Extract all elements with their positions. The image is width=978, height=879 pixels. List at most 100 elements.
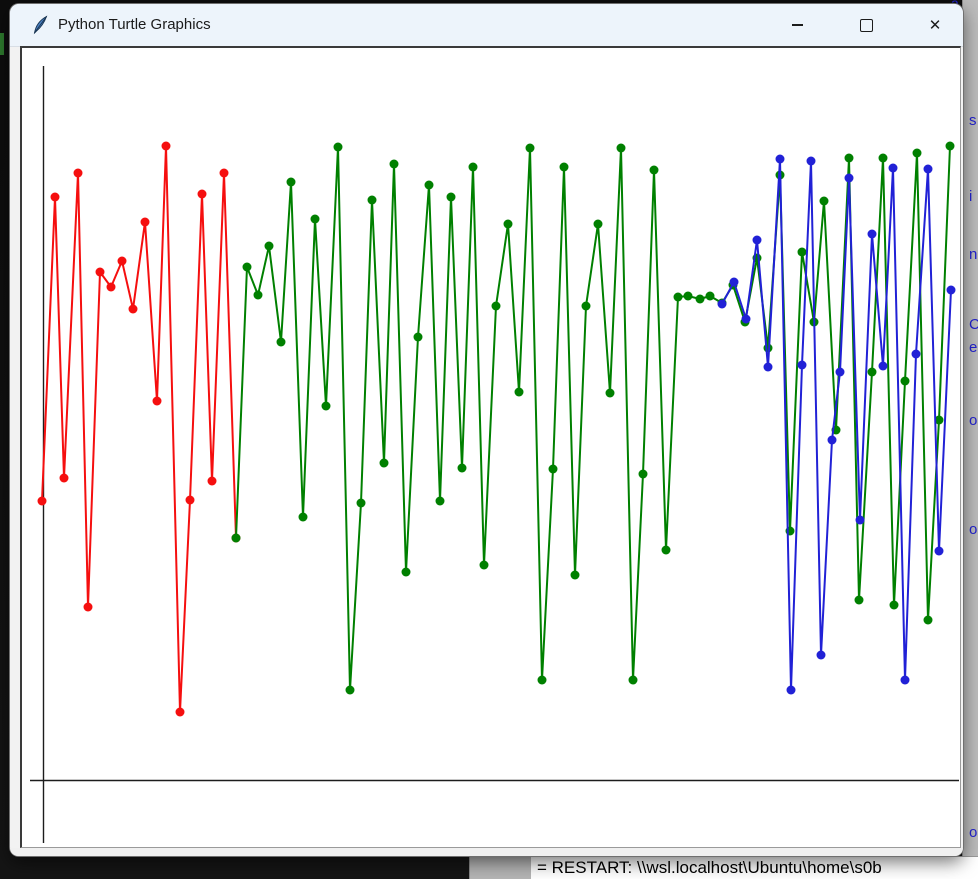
series-green-point: [845, 154, 854, 163]
series-green-point: [526, 144, 535, 153]
series-blue-point: [828, 436, 837, 445]
background-text-fragment: o: [969, 824, 978, 841]
series-red-point: [198, 190, 207, 199]
series-green-point: [684, 292, 693, 301]
series-green-point: [946, 142, 955, 151]
series-green-point: [357, 499, 366, 508]
series-green-point: [390, 160, 399, 169]
window-titlebar[interactable]: Python Turtle Graphics ✕: [10, 4, 963, 47]
series-red-point: [162, 142, 171, 151]
series-blue-point: [845, 174, 854, 183]
series-green-point: [380, 459, 389, 468]
turtle-graphics-window: Python Turtle Graphics ✕: [10, 4, 963, 856]
series-green-point: [322, 402, 331, 411]
series-green-point: [402, 568, 411, 577]
series-green-point: [492, 302, 501, 311]
series-green-point: [617, 144, 626, 153]
background-text-fragment: n: [969, 246, 978, 263]
series-green-point: [549, 465, 558, 474]
close-button[interactable]: ✕: [912, 4, 958, 46]
series-green-point: [346, 686, 355, 695]
series-red-point: [129, 305, 138, 314]
series-green-point: [571, 571, 580, 580]
series-green-point: [368, 196, 377, 205]
series-green-point: [311, 215, 320, 224]
series-red-point: [60, 474, 69, 483]
series-red-point: [141, 218, 150, 227]
series-red-point: [153, 397, 162, 406]
series-red-point: [118, 257, 127, 266]
series-green-point: [334, 143, 343, 152]
series-blue-point: [798, 361, 807, 370]
series-green-point: [265, 242, 274, 251]
series-green-point: [855, 596, 864, 605]
series-blue-point: [836, 368, 845, 377]
minimize-button[interactable]: [774, 4, 820, 46]
series-red-point: [96, 268, 105, 277]
series-blue-point: [807, 157, 816, 166]
series-green-point: [458, 464, 467, 473]
close-icon: ✕: [929, 18, 942, 33]
background-text-fragment: C: [969, 316, 978, 333]
idle-shell-strip[interactable]: = RESTART: \\wsl.localhost\Ubuntu\home\s…: [531, 856, 978, 879]
series-blue-point: [817, 651, 826, 660]
series-red-point: [74, 169, 83, 178]
background-text-fragment: e: [969, 339, 978, 356]
maximize-button[interactable]: [843, 4, 889, 46]
series-green-point: [606, 389, 615, 398]
series-blue-point: [912, 350, 921, 359]
series-green-point: [425, 181, 434, 190]
series-blue-point: [753, 236, 762, 245]
tk-feather-icon: [30, 15, 50, 35]
series-green-point: [436, 497, 445, 506]
series-green-point: [243, 263, 252, 272]
series-blue-point: [889, 164, 898, 173]
series-blue-point: [787, 686, 796, 695]
series-blue-point: [856, 516, 865, 525]
series-blue-point: [730, 278, 739, 287]
background-text-fragment: o: [969, 521, 978, 538]
maximize-icon: [860, 19, 873, 32]
background-gray-box: [469, 855, 532, 879]
series-blue-point: [901, 676, 910, 685]
chart-svg: [22, 48, 959, 846]
turtle-canvas: [20, 46, 961, 848]
background-window-right-edge[interactable]: sinCeooo: [962, 0, 978, 879]
series-green-point: [504, 220, 513, 229]
series-green-point: [469, 163, 478, 172]
background-text-fragment: o: [969, 412, 978, 429]
series-blue-point: [742, 315, 751, 324]
series-green-point: [299, 513, 308, 522]
series-green-point: [538, 676, 547, 685]
series-green-point: [254, 291, 263, 300]
series-green-point: [650, 166, 659, 175]
desktop: sinCeooo a = RESTART: \\wsl.localhost\Ub…: [0, 0, 978, 879]
series-red-point: [38, 497, 47, 506]
series-blue-point: [935, 547, 944, 556]
series-green-point: [706, 292, 715, 301]
series-red-point: [186, 496, 195, 505]
background-green-sliver: [0, 33, 4, 55]
series-red-point: [208, 477, 217, 486]
window-title: Python Turtle Graphics: [58, 16, 211, 33]
series-green-point: [696, 295, 705, 304]
series-green-point: [901, 377, 910, 386]
minimize-icon: [792, 24, 803, 26]
series-green-point: [447, 193, 456, 202]
series-red-point: [51, 193, 60, 202]
series-green-point: [287, 178, 296, 187]
series-green-point: [232, 534, 241, 543]
series-green-point: [277, 338, 286, 347]
series-green-point: [582, 302, 591, 311]
series-green-point: [629, 676, 638, 685]
background-text-fragment: i: [969, 188, 978, 205]
series-blue-point: [718, 300, 727, 309]
series-green-point: [674, 293, 683, 302]
window-bottom-frame: [10, 848, 963, 856]
series-green-point: [924, 616, 933, 625]
series-red-line: [42, 146, 236, 712]
series-green-point: [913, 149, 922, 158]
series-green-point: [639, 470, 648, 479]
series-green-point: [798, 248, 807, 257]
idle-restart-text: = RESTART: \\wsl.localhost\Ubuntu\home\s…: [537, 858, 882, 878]
